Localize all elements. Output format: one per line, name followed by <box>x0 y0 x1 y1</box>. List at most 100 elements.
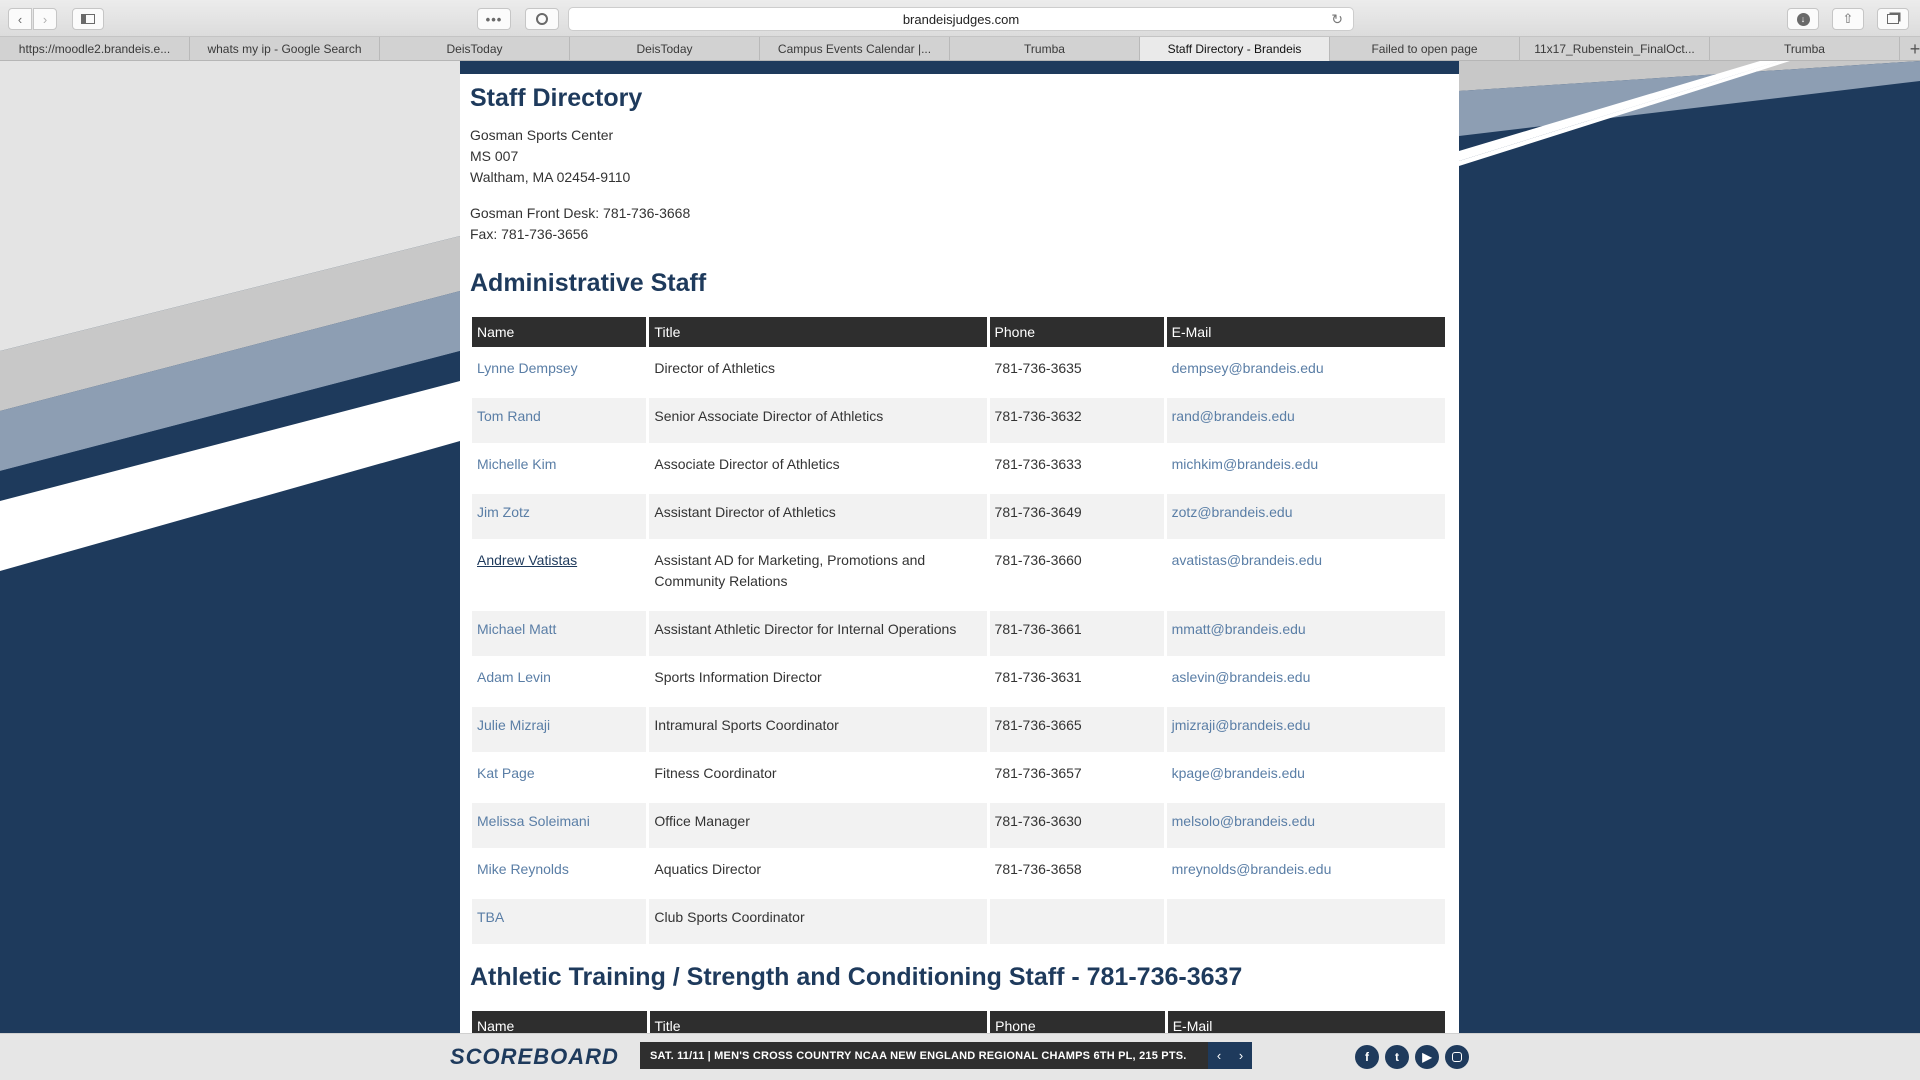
twitter-icon[interactable]: t <box>1385 1045 1409 1069</box>
plus-icon: + <box>1909 38 1920 59</box>
staff-title: Associate Director of Athletics <box>654 456 840 472</box>
staff-title: Senior Associate Director of Athletics <box>649 398 987 443</box>
staff-name-link[interactable]: Lynne Dempsey <box>477 360 578 376</box>
section-heading-training: Athletic Training / Strength and Conditi… <box>470 963 1243 991</box>
staff-name-link[interactable]: Jim Zotz <box>477 504 530 520</box>
staff-name-link[interactable]: Adam Levin <box>477 669 551 685</box>
staff-title: Assistant Athletic Director for Internal… <box>649 611 987 656</box>
ticker-next-button[interactable]: › <box>1230 1042 1252 1069</box>
sidebar-icon <box>81 14 95 24</box>
fax-number: Fax: 781-736-3656 <box>470 226 589 242</box>
table-row: Lynne Dempsey Director of Athletics 781-… <box>472 350 1445 395</box>
scoreboard-ticker[interactable]: SAT. 11/11 | MEN'S CROSS COUNTRY NCAA NE… <box>640 1042 1208 1069</box>
tab-active[interactable]: Staff Directory - Brandeis <box>1140 37 1330 61</box>
column-header-email: E-Mail <box>1167 1011 1445 1033</box>
staff-email-link[interactable]: zotz@brandeis.edu <box>1172 504 1293 520</box>
scoreboard-bar: SCOREBOARD SAT. 11/11 | MEN'S CROSS COUN… <box>0 1033 1920 1080</box>
staff-name-link[interactable]: Julie Mizraji <box>477 717 550 733</box>
table-row: Kat Page Fitness Coordinator 781-736-365… <box>472 755 1445 800</box>
tab[interactable]: DeisToday <box>380 37 570 61</box>
table-row: Mike Reynolds Aquatics Director 781-736-… <box>472 851 1445 896</box>
staff-name-link[interactable]: TBA <box>477 909 504 925</box>
table-row: Andrew Vatistas Assistant AD for Marketi… <box>472 542 1445 608</box>
staff-name-link[interactable]: Michelle Kim <box>477 456 556 472</box>
tab[interactable]: Campus Events Calendar |... <box>760 37 950 61</box>
back-button[interactable]: ‹ <box>8 8 32 30</box>
youtube-icon[interactable]: ▶ <box>1415 1045 1439 1069</box>
address-line: MS 007 <box>470 148 519 164</box>
training-staff-table: Name Title Phone E-Mail <box>469 1008 1448 1033</box>
table-row: Adam Levin Sports Information Director 7… <box>472 659 1445 704</box>
admin-staff-table: Name Title Phone E-Mail Lynne Dempsey Di… <box>469 314 1448 947</box>
staff-email-link[interactable]: dempsey@brandeis.edu <box>1172 360 1324 376</box>
section-heading-admin: Administrative Staff <box>470 269 707 297</box>
table-row: Melissa Soleimani Office Manager 781-736… <box>472 803 1445 848</box>
tab[interactable]: Trumba <box>1710 37 1900 61</box>
tab[interactable]: Trumba <box>950 37 1140 61</box>
staff-phone: 781-736-3649 <box>989 494 1164 539</box>
column-header-email: E-Mail <box>1166 317 1445 347</box>
staff-name-link[interactable]: Michael Matt <box>477 621 556 637</box>
url-text: brandeisjudges.com <box>902 11 1020 27</box>
staff-name-link[interactable]: Andrew Vatistas <box>477 552 577 568</box>
new-tab-button[interactable]: + <box>1900 37 1920 61</box>
download-button[interactable]: ↓ <box>1787 8 1819 30</box>
staff-email-link[interactable]: aslevin@brandeis.edu <box>1172 669 1311 685</box>
staff-email-link[interactable]: rand@brandeis.edu <box>1172 408 1295 424</box>
share-icon: ⇧ <box>1842 11 1854 26</box>
column-header-name: Name <box>472 317 647 347</box>
tab[interactable]: Failed to open page <box>1330 37 1520 61</box>
staff-phone: 781-736-3631 <box>994 669 1082 685</box>
privacy-button[interactable] <box>525 8 559 30</box>
ellipsis-icon: ••• <box>485 11 503 27</box>
staff-email-link[interactable]: melsolo@brandeis.edu <box>1172 813 1315 829</box>
address-line: Gosman Sports Center <box>470 127 614 143</box>
address-bar[interactable]: brandeisjudges.com ↻ <box>568 7 1354 31</box>
tab[interactable]: https://moodle2.brandeis.e... <box>0 37 190 61</box>
staff-title: Director of Athletics <box>654 360 776 376</box>
privacy-icon <box>536 13 548 25</box>
table-row: TBA Club Sports Coordinator <box>472 899 1445 944</box>
chevron-right-icon: › <box>42 11 48 27</box>
tab[interactable]: DeisToday <box>570 37 760 61</box>
tab[interactable]: 11x17_Rubenstein_FinalOct... <box>1520 37 1710 61</box>
staff-name-link[interactable]: Melissa Soleimani <box>477 813 590 829</box>
staff-email-link[interactable]: michkim@brandeis.edu <box>1172 456 1319 472</box>
more-button[interactable]: ••• <box>477 8 511 30</box>
table-header-row: Name Title Phone E-Mail <box>472 317 1445 347</box>
table-row: Julie Mizraji Intramural Sports Coordina… <box>472 707 1445 752</box>
address-block: Gosman Sports Center MS 007 Waltham, MA … <box>470 125 1449 245</box>
staff-name-link[interactable]: Mike Reynolds <box>477 861 569 877</box>
facebook-icon[interactable]: f <box>1355 1045 1379 1069</box>
forward-button[interactable]: › <box>33 8 57 30</box>
front-desk-phone: Gosman Front Desk: 781-736-3668 <box>470 205 691 221</box>
staff-phone: 781-736-3635 <box>994 360 1082 376</box>
instagram-icon[interactable] <box>1445 1045 1469 1069</box>
sidebar-button[interactable] <box>72 8 104 30</box>
staff-name-link[interactable]: Kat Page <box>477 765 535 781</box>
staff-title: Office Manager <box>649 803 987 848</box>
reload-icon[interactable]: ↻ <box>1331 11 1343 28</box>
staff-email-link[interactable]: mmatt@brandeis.edu <box>1172 621 1306 637</box>
staff-title: Sports Information Director <box>654 669 822 685</box>
staff-phone: 781-736-3632 <box>989 398 1164 443</box>
table-row: Michael Matt Assistant Athletic Director… <box>472 611 1445 656</box>
staff-name-link[interactable]: Tom Rand <box>477 408 541 424</box>
tabs-overview-button[interactable] <box>1877 8 1909 30</box>
ticker-prev-button[interactable]: ‹ <box>1208 1042 1230 1069</box>
staff-phone: 781-736-3660 <box>994 552 1082 568</box>
page-title: Staff Directory <box>470 84 643 112</box>
staff-email-link[interactable]: kpage@brandeis.edu <box>1172 765 1305 781</box>
column-header-title: Title <box>649 1011 988 1033</box>
column-header-phone: Phone <box>990 1011 1165 1033</box>
staff-email-link[interactable]: mreynolds@brandeis.edu <box>1172 861 1332 877</box>
staff-phone: 781-736-3658 <box>994 861 1082 877</box>
share-button[interactable]: ⇧ <box>1832 8 1864 30</box>
address-line: Waltham, MA 02454-9110 <box>470 169 631 185</box>
tabs-overview-icon <box>1887 14 1899 24</box>
tab[interactable]: whats my ip - Google Search <box>190 37 380 61</box>
staff-email-link[interactable]: jmizraji@brandeis.edu <box>1172 717 1311 733</box>
staff-title: Aquatics Director <box>654 861 762 877</box>
staff-email-link[interactable]: avatistas@brandeis.edu <box>1172 552 1322 568</box>
table-row: Michelle Kim Associate Director of Athle… <box>472 446 1445 491</box>
